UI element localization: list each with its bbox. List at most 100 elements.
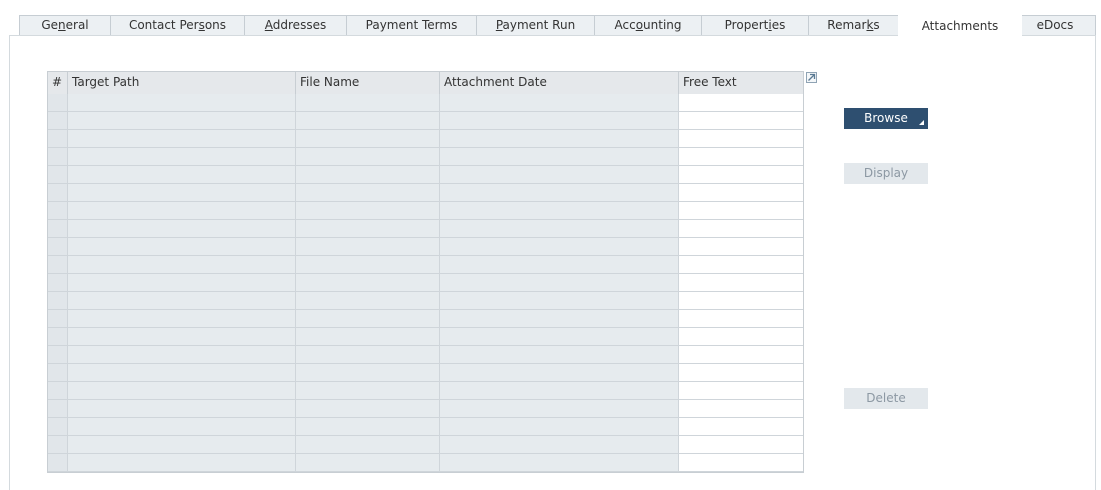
table-row[interactable]	[48, 328, 803, 346]
tab-accounting[interactable]: Accounting	[594, 15, 702, 35]
target-path-cell	[68, 184, 296, 201]
row-number-cell[interactable]	[48, 238, 68, 255]
table-row[interactable]	[48, 400, 803, 418]
row-number-cell[interactable]	[48, 346, 68, 363]
column-header-attachment-date[interactable]: Attachment Date	[440, 72, 679, 94]
free-text-cell[interactable]	[679, 310, 803, 327]
row-number-cell[interactable]	[48, 364, 68, 381]
attachment-date-cell	[440, 400, 679, 417]
expand-arrow-icon[interactable]	[806, 72, 817, 83]
table-row[interactable]	[48, 94, 803, 112]
target-path-cell	[68, 382, 296, 399]
table-row[interactable]	[48, 256, 803, 274]
free-text-cell[interactable]	[679, 454, 803, 471]
tab-attachments[interactable]: Attachments	[898, 13, 1022, 36]
target-path-cell	[68, 238, 296, 255]
table-row[interactable]	[48, 364, 803, 382]
row-number-cell[interactable]	[48, 202, 68, 219]
free-text-cell[interactable]	[679, 256, 803, 273]
table-row[interactable]	[48, 418, 803, 436]
row-number-cell[interactable]	[48, 310, 68, 327]
free-text-cell[interactable]	[679, 364, 803, 381]
row-number-cell[interactable]	[48, 382, 68, 399]
file-name-cell	[296, 274, 440, 291]
row-number-cell[interactable]	[48, 436, 68, 453]
column-header-target-path[interactable]: Target Path	[68, 72, 296, 94]
table-row[interactable]	[48, 166, 803, 184]
free-text-cell[interactable]	[679, 418, 803, 435]
table-row[interactable]	[48, 148, 803, 166]
row-number-cell[interactable]	[48, 166, 68, 183]
column-header-free-text[interactable]: Free Text	[679, 72, 803, 94]
column-header-number[interactable]: #	[48, 72, 68, 94]
free-text-cell[interactable]	[679, 382, 803, 399]
tab-edocs[interactable]: eDocs	[1014, 15, 1096, 35]
free-text-cell[interactable]	[679, 274, 803, 291]
tab-payment-terms[interactable]: Payment Terms	[346, 15, 477, 35]
free-text-cell[interactable]	[679, 220, 803, 237]
free-text-cell[interactable]	[679, 148, 803, 165]
attachment-date-cell	[440, 148, 679, 165]
browse-button[interactable]: Browse	[844, 108, 928, 129]
row-number-cell[interactable]	[48, 292, 68, 309]
free-text-cell[interactable]	[679, 436, 803, 453]
tab-payment-run[interactable]: Payment Run	[476, 15, 595, 35]
row-number-cell[interactable]	[48, 256, 68, 273]
table-row[interactable]	[48, 130, 803, 148]
row-number-cell[interactable]	[48, 184, 68, 201]
table-row[interactable]	[48, 382, 803, 400]
row-number-cell[interactable]	[48, 112, 68, 129]
attachment-date-cell	[440, 346, 679, 363]
table-row[interactable]	[48, 220, 803, 238]
tab-bar: General Contact Persons Addresses Paymen…	[0, 0, 1101, 36]
tab-contact-persons[interactable]: Contact Persons	[110, 15, 245, 35]
table-row[interactable]	[48, 274, 803, 292]
file-name-cell	[296, 166, 440, 183]
delete-button[interactable]: Delete	[844, 388, 928, 409]
row-number-cell[interactable]	[48, 274, 68, 291]
table-row[interactable]	[48, 454, 803, 472]
row-number-cell[interactable]	[48, 418, 68, 435]
row-number-cell[interactable]	[48, 130, 68, 147]
file-name-cell	[296, 202, 440, 219]
table-row[interactable]	[48, 112, 803, 130]
target-path-cell	[68, 202, 296, 219]
free-text-cell[interactable]	[679, 112, 803, 129]
free-text-cell[interactable]	[679, 238, 803, 255]
tab-addresses[interactable]: Addresses	[244, 15, 347, 35]
target-path-cell	[68, 346, 296, 363]
row-number-cell[interactable]	[48, 454, 68, 471]
table-row[interactable]	[48, 184, 803, 202]
tab-addresses-label-post: ddresses	[272, 18, 327, 32]
free-text-cell[interactable]	[679, 328, 803, 345]
file-name-cell	[296, 400, 440, 417]
table-row[interactable]	[48, 310, 803, 328]
display-button[interactable]: Display	[844, 163, 928, 184]
free-text-cell[interactable]	[679, 184, 803, 201]
row-number-cell[interactable]	[48, 400, 68, 417]
free-text-cell[interactable]	[679, 400, 803, 417]
table-row[interactable]	[48, 436, 803, 454]
attachment-date-cell	[440, 202, 679, 219]
free-text-cell[interactable]	[679, 202, 803, 219]
attachments-grid: # Target Path File Name Attachment Date …	[47, 71, 804, 473]
table-row[interactable]	[48, 202, 803, 220]
column-header-file-name[interactable]: File Name	[296, 72, 440, 94]
row-number-cell[interactable]	[48, 148, 68, 165]
tab-general[interactable]: General	[19, 15, 111, 35]
row-number-cell[interactable]	[48, 328, 68, 345]
file-name-cell	[296, 436, 440, 453]
free-text-cell[interactable]	[679, 94, 803, 111]
row-number-cell[interactable]	[48, 94, 68, 111]
table-row[interactable]	[48, 346, 803, 364]
free-text-cell[interactable]	[679, 130, 803, 147]
table-row[interactable]	[48, 292, 803, 310]
tab-properties[interactable]: Properties	[701, 15, 809, 35]
attachment-date-cell	[440, 220, 679, 237]
free-text-cell[interactable]	[679, 166, 803, 183]
row-number-cell[interactable]	[48, 220, 68, 237]
free-text-cell[interactable]	[679, 346, 803, 363]
free-text-cell[interactable]	[679, 292, 803, 309]
table-row[interactable]	[48, 238, 803, 256]
tab-remarks[interactable]: Remarks	[808, 15, 899, 35]
